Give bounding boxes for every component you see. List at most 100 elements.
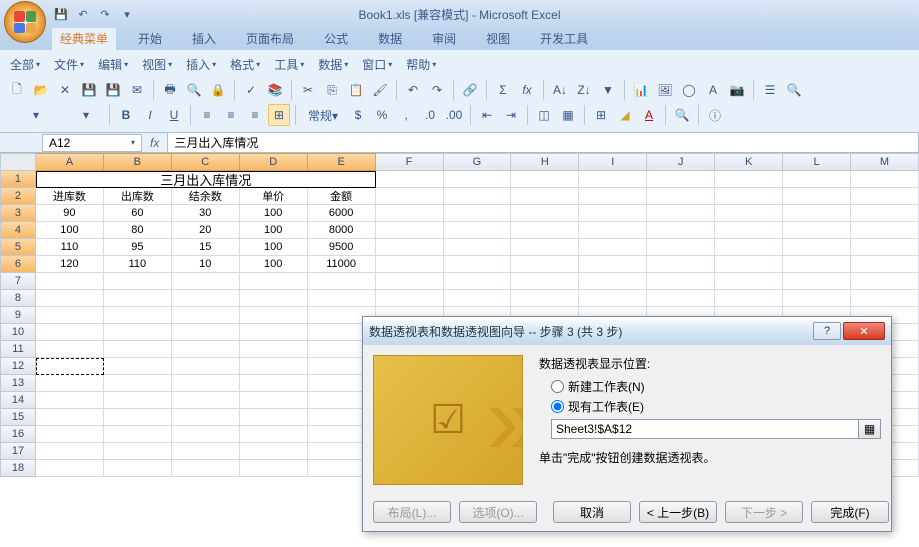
back-button[interactable]: < 上一步(B) [639, 501, 717, 523]
cell[interactable] [376, 188, 444, 205]
cell[interactable] [104, 460, 172, 477]
styles-icon[interactable]: ◫ [533, 104, 555, 126]
col-header-C[interactable]: C [172, 153, 240, 171]
cell[interactable] [444, 205, 512, 222]
col-header-K[interactable]: K [715, 153, 783, 171]
number-format[interactable]: 常规▾ [301, 104, 345, 126]
cell[interactable] [647, 273, 715, 290]
cell[interactable]: 80 [104, 222, 172, 239]
tab-view[interactable]: 视图 [478, 27, 518, 50]
shape-icon[interactable]: ◯ [678, 79, 700, 101]
col-header-M[interactable]: M [851, 153, 919, 171]
cell[interactable] [36, 307, 104, 324]
col-header-F[interactable]: F [376, 153, 444, 171]
format-painter-icon[interactable]: 🖌 [369, 79, 391, 101]
row-header-5[interactable]: 5 [0, 239, 36, 256]
cell[interactable] [240, 375, 308, 392]
link-icon[interactable]: 🔗 [459, 79, 481, 101]
cell[interactable]: 单价 [240, 188, 308, 205]
cell[interactable]: 60 [104, 205, 172, 222]
sort-asc-icon[interactable]: A↓ [549, 79, 571, 101]
cell[interactable] [36, 392, 104, 409]
menu-window[interactable]: 窗口▾ [358, 54, 396, 75]
zoom-icon[interactable]: 🔍 [783, 79, 805, 101]
cell[interactable] [172, 460, 240, 477]
qat-dropdown-icon[interactable]: ▾ [118, 5, 136, 23]
col-header-H[interactable]: H [511, 153, 579, 171]
cell[interactable] [783, 273, 851, 290]
cell[interactable]: 100 [240, 239, 308, 256]
cell[interactable] [36, 409, 104, 426]
cell[interactable] [511, 239, 579, 256]
save-icon[interactable]: 💾 [78, 79, 100, 101]
row-header-1[interactable]: 1 [0, 171, 36, 188]
cell[interactable] [36, 341, 104, 358]
cell[interactable]: 110 [36, 239, 104, 256]
cell[interactable] [647, 239, 715, 256]
ref-collapse-icon[interactable]: ▦ [859, 419, 881, 439]
cell[interactable] [579, 188, 647, 205]
dialog-close-icon[interactable]: ✕ [843, 322, 885, 340]
cell[interactable] [647, 205, 715, 222]
paste-icon[interactable]: 📋 [345, 79, 367, 101]
cell[interactable] [444, 290, 512, 307]
cell[interactable]: 20 [172, 222, 240, 239]
cell[interactable] [511, 188, 579, 205]
cell[interactable] [511, 290, 579, 307]
dialog-help-icon[interactable]: ? [813, 322, 841, 340]
tab-classic-menu[interactable]: 经典菜单 [52, 27, 116, 50]
cell[interactable] [240, 290, 308, 307]
cell[interactable] [36, 443, 104, 460]
col-header-D[interactable]: D [240, 153, 308, 171]
new-icon[interactable]: 🗋 [6, 79, 28, 101]
cell[interactable]: 进库数 [36, 188, 104, 205]
cell[interactable] [376, 256, 444, 273]
permission-icon[interactable]: 🔒 [207, 79, 229, 101]
row-header-16[interactable]: 16 [0, 426, 36, 443]
cell[interactable]: 8000 [308, 222, 376, 239]
cell[interactable] [172, 307, 240, 324]
cell[interactable] [104, 358, 172, 375]
cell[interactable] [444, 188, 512, 205]
align-right-icon[interactable]: ≡ [244, 104, 266, 126]
cell[interactable] [851, 171, 919, 188]
cell[interactable] [851, 188, 919, 205]
font-color-icon[interactable]: A [638, 104, 660, 126]
menu-insert[interactable]: 插入▾ [182, 54, 220, 75]
cell[interactable] [36, 460, 104, 477]
menu-view[interactable]: 视图▾ [138, 54, 176, 75]
cell[interactable] [172, 324, 240, 341]
radio-existing-sheet-input[interactable] [551, 400, 564, 413]
cell[interactable] [647, 290, 715, 307]
cell[interactable] [104, 426, 172, 443]
menu-tools[interactable]: 工具▾ [270, 54, 308, 75]
cell[interactable] [36, 324, 104, 341]
row-header-10[interactable]: 10 [0, 324, 36, 341]
row-header-9[interactable]: 9 [0, 307, 36, 324]
col-header-J[interactable]: J [647, 153, 715, 171]
cell[interactable]: 10 [172, 256, 240, 273]
cell[interactable] [240, 358, 308, 375]
next-button[interactable]: 下一步 > [725, 501, 803, 523]
name-box[interactable]: A12▾ [42, 134, 142, 152]
cell[interactable] [851, 239, 919, 256]
cell[interactable] [240, 460, 308, 477]
cell[interactable] [579, 256, 647, 273]
undo-icon[interactable]: ↶ [74, 5, 92, 23]
cell[interactable] [851, 205, 919, 222]
cell[interactable] [783, 171, 851, 188]
cell[interactable] [104, 341, 172, 358]
sort-desc-icon[interactable]: Z↓ [573, 79, 595, 101]
cell[interactable] [104, 392, 172, 409]
cell[interactable]: 9500 [308, 239, 376, 256]
cell[interactable] [579, 290, 647, 307]
tab-review[interactable]: 审阅 [424, 27, 464, 50]
cell[interactable] [715, 222, 783, 239]
cell[interactable] [511, 205, 579, 222]
cell[interactable] [104, 443, 172, 460]
cell[interactable] [376, 171, 444, 188]
cell[interactable] [104, 409, 172, 426]
row-header-18[interactable]: 18 [0, 460, 36, 477]
col-header-E[interactable]: E [308, 153, 376, 171]
row-header-17[interactable]: 17 [0, 443, 36, 460]
